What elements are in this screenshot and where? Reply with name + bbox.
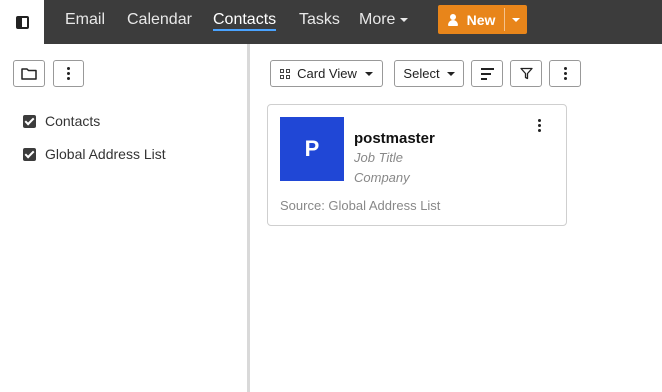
select-dropdown[interactable]: Select bbox=[394, 60, 464, 87]
sidebar: Contacts Global Address List bbox=[0, 44, 247, 392]
nav-more-label: More bbox=[359, 11, 396, 28]
sidebar-toggle-button[interactable] bbox=[0, 0, 44, 44]
filter-icon bbox=[519, 67, 533, 80]
nav-calendar[interactable]: Calendar bbox=[127, 0, 192, 44]
list-item-contacts-label: Contacts bbox=[45, 113, 101, 129]
folder-icon bbox=[21, 68, 37, 80]
kebab-icon bbox=[563, 67, 567, 80]
nav-contacts[interactable]: Contacts bbox=[213, 0, 277, 44]
nav-calendar-label: Calendar bbox=[127, 11, 192, 28]
select-dropdown-label: Select bbox=[403, 66, 440, 81]
pane-splitter[interactable] bbox=[247, 44, 250, 392]
list-item-global-address-list-label: Global Address List bbox=[45, 146, 166, 162]
chevron-down-icon bbox=[400, 17, 409, 22]
new-button: New bbox=[438, 5, 527, 34]
contact-company: Company bbox=[354, 170, 410, 185]
top-navigation-bar: Email Calendar Contacts Tasks More New bbox=[0, 0, 662, 44]
toolbar-more-button[interactable] bbox=[549, 60, 581, 87]
new-dropdown-button[interactable] bbox=[505, 5, 527, 34]
card-more-button[interactable] bbox=[538, 119, 541, 132]
contact-card[interactable]: P postmaster Job Title Company Source: G… bbox=[267, 104, 567, 226]
chevron-down-icon bbox=[364, 71, 373, 76]
folder-button[interactable] bbox=[13, 60, 45, 87]
grid-icon bbox=[280, 68, 291, 79]
chevron-down-icon bbox=[512, 17, 520, 22]
list-item-contacts[interactable]: Contacts bbox=[23, 113, 100, 129]
nav-tasks[interactable]: Tasks bbox=[299, 0, 340, 44]
contact-name: postmaster bbox=[354, 130, 435, 147]
kebab-icon bbox=[538, 119, 541, 132]
sort-button[interactable] bbox=[471, 60, 503, 87]
kebab-icon bbox=[67, 67, 70, 80]
nav-contacts-label: Contacts bbox=[213, 11, 277, 31]
filter-button[interactable] bbox=[510, 60, 542, 87]
view-dropdown-label: Card View bbox=[297, 66, 357, 81]
sort-icon bbox=[480, 67, 494, 80]
nav-more[interactable]: More bbox=[359, 0, 409, 44]
person-icon bbox=[447, 13, 459, 26]
nav-email[interactable]: Email bbox=[65, 0, 105, 44]
nav-email-label: Email bbox=[65, 11, 106, 28]
list-item-global-address-list[interactable]: Global Address List bbox=[23, 146, 166, 162]
chevron-down-icon bbox=[446, 71, 455, 76]
contact-source: Source: Global Address List bbox=[280, 198, 441, 213]
avatar: P bbox=[280, 117, 344, 181]
new-contact-button[interactable]: New bbox=[438, 5, 504, 34]
sidebar-more-button[interactable] bbox=[53, 60, 84, 87]
contact-job-title: Job Title bbox=[354, 150, 404, 165]
checkbox-contacts[interactable] bbox=[23, 114, 36, 128]
view-dropdown[interactable]: Card View bbox=[270, 60, 383, 87]
checkbox-global-address-list[interactable] bbox=[23, 147, 36, 161]
sidebar-toggle-icon bbox=[15, 15, 29, 29]
new-button-label: New bbox=[466, 11, 496, 28]
nav-tasks-label: Tasks bbox=[299, 11, 340, 28]
